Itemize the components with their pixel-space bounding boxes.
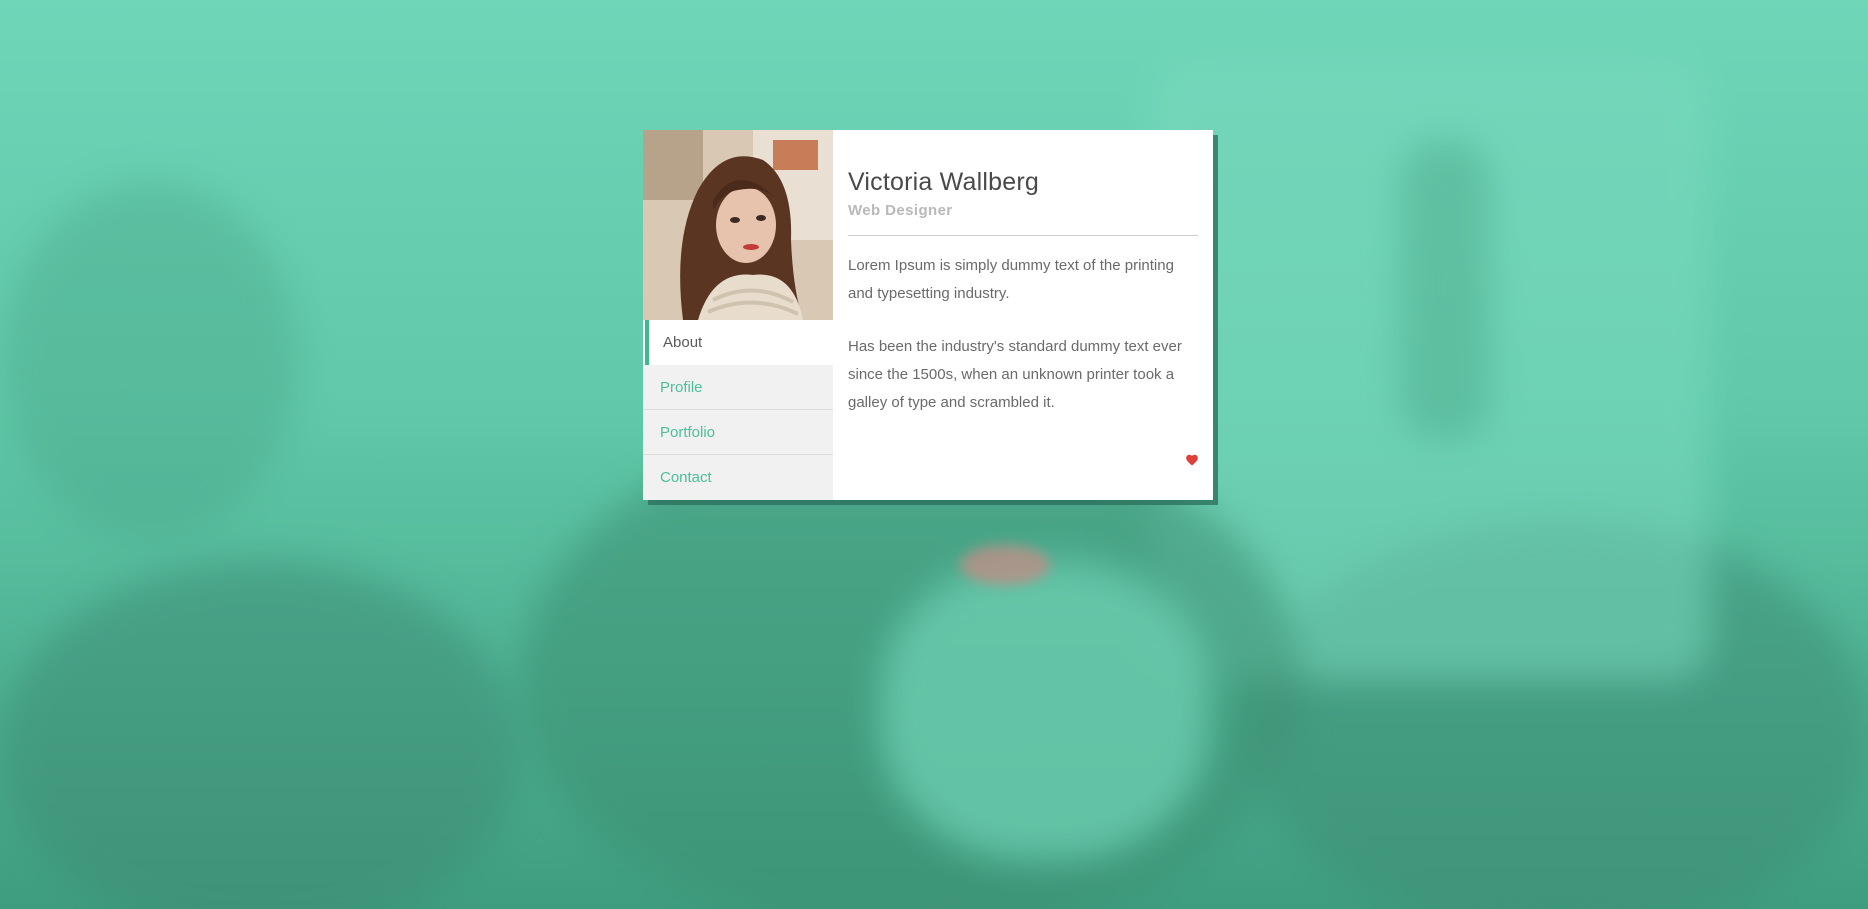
profile-role: Web Designer <box>848 202 953 219</box>
about-paragraph: Lorem Ipsum is simply dummy text of the … <box>848 257 1174 302</box>
profile-nav: About Profile Portfolio Contact <box>643 320 833 500</box>
nav-item-label: Contact <box>660 469 712 486</box>
profile-content: Victoria Wallberg Web Designer Lorem Ips… <box>848 130 1198 417</box>
nav-item-profile[interactable]: Profile <box>643 365 833 410</box>
divider <box>848 235 1198 236</box>
profile-name: Victoria Wallberg <box>848 168 1039 196</box>
profile-card: About Profile Portfolio Contact Victoria… <box>643 130 1213 500</box>
nav-item-contact[interactable]: Contact <box>643 455 833 500</box>
profile-photo <box>643 130 833 320</box>
nav-item-label: About <box>663 334 703 351</box>
about-paragraph: Has been the industry's standard dummy t… <box>848 338 1182 411</box>
nav-item-portfolio[interactable]: Portfolio <box>643 410 833 455</box>
nav-item-label: Profile <box>660 379 703 396</box>
card-sidebar: About Profile Portfolio Contact <box>643 130 833 500</box>
nav-item-label: Portfolio <box>660 424 716 441</box>
nav-item-about[interactable]: About <box>643 320 833 365</box>
heart-icon[interactable] <box>1185 453 1199 467</box>
